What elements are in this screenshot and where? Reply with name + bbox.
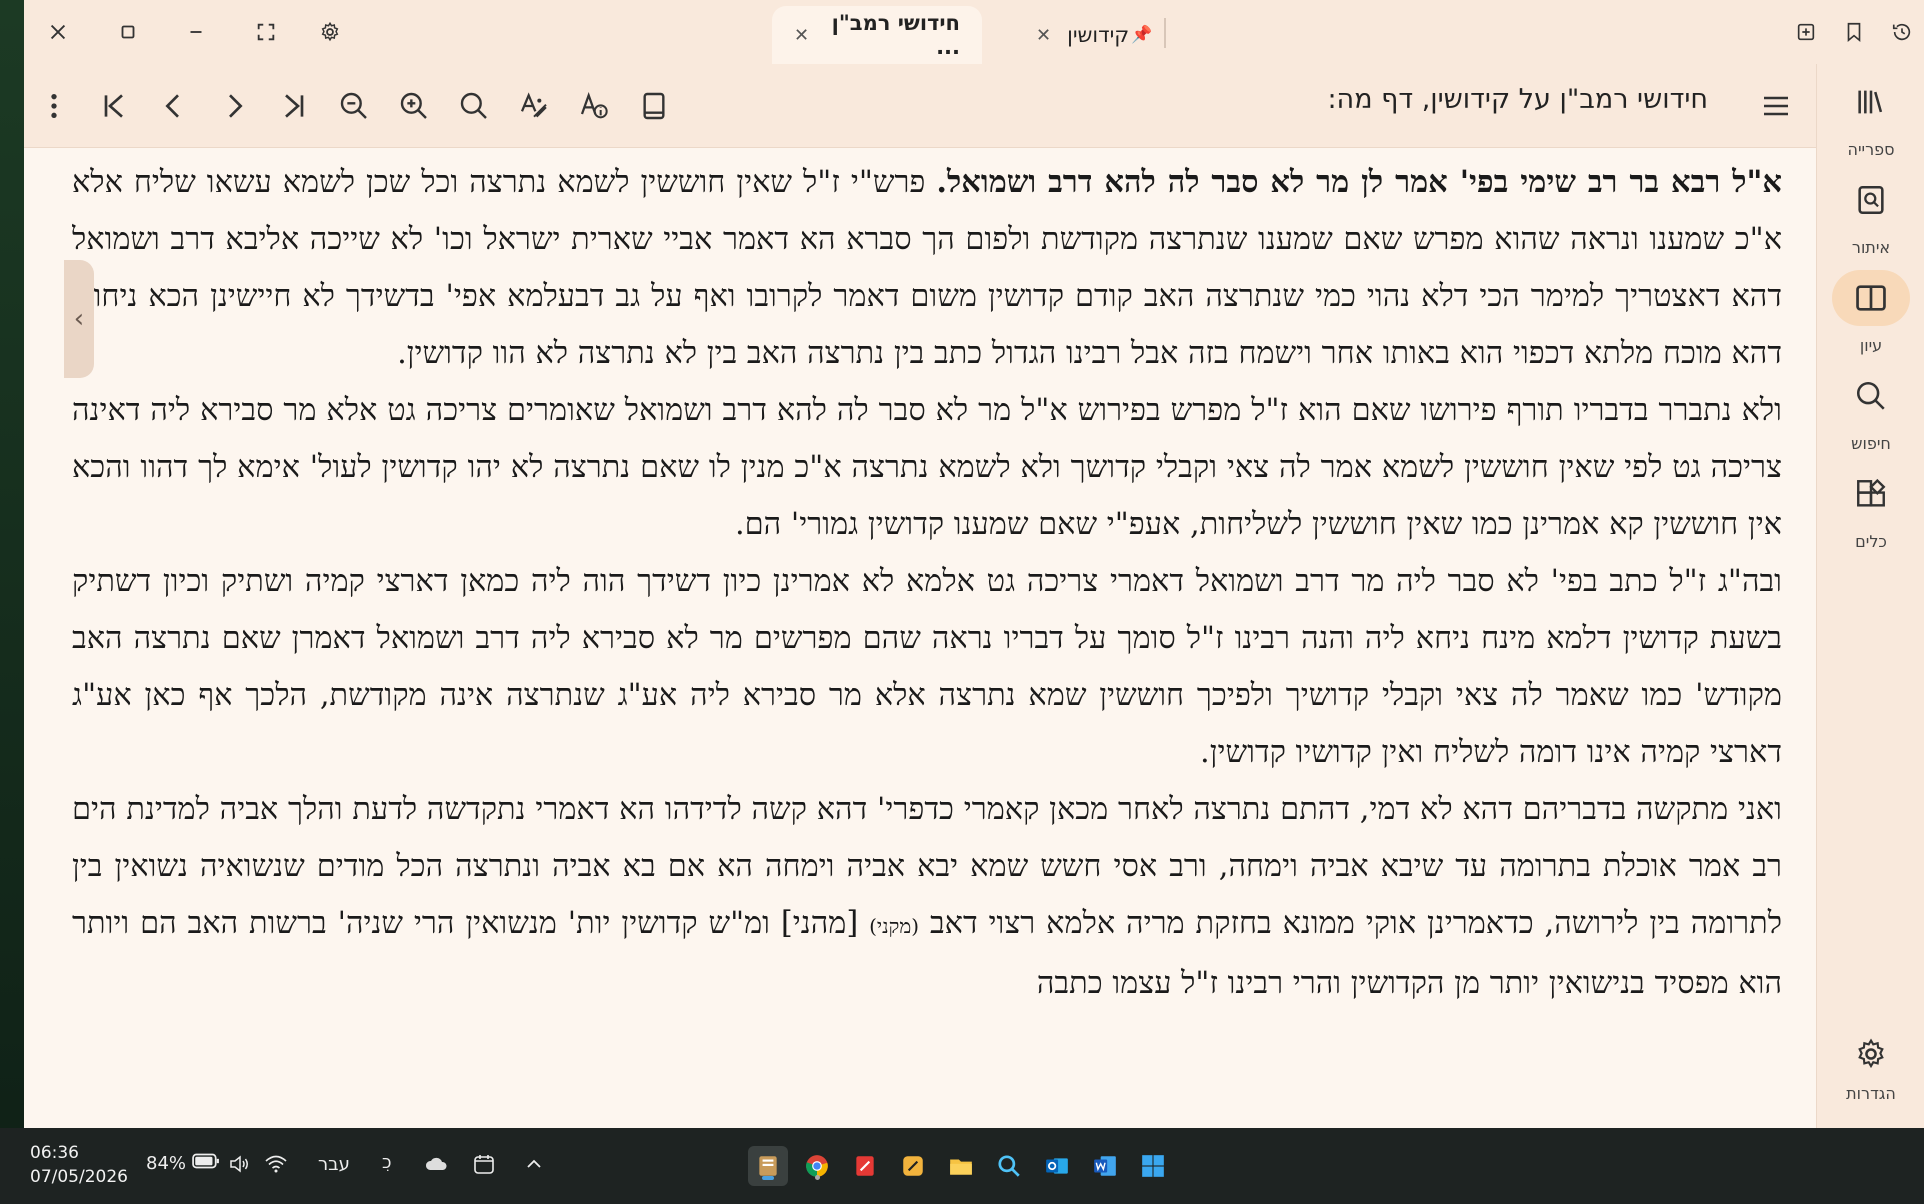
paragraph: ואני מתקשה בדבריהם דהא לא דמי, דהתם נתרצ… bbox=[72, 781, 1782, 1012]
close-icon[interactable] bbox=[38, 12, 78, 52]
sidebar-item-locate[interactable]: איתור bbox=[1825, 172, 1917, 264]
search-icon[interactable] bbox=[452, 84, 496, 128]
minimize-icon[interactable] bbox=[176, 12, 216, 52]
paragraph-text: ולא נתברר בדבריו תורף פירושו שאם הוא ז"ל… bbox=[72, 393, 1782, 542]
hamburger-menu-icon[interactable] bbox=[1754, 84, 1798, 128]
taskbar-app-outlook[interactable] bbox=[1037, 1146, 1077, 1186]
ime-icon[interactable]: ִכ bbox=[382, 1152, 392, 1173]
nikud-toggle-icon[interactable] bbox=[512, 84, 556, 128]
next-page-icon[interactable] bbox=[212, 84, 256, 128]
new-tab-icon[interactable] bbox=[1786, 12, 1826, 52]
running-app-indicator bbox=[815, 1175, 820, 1180]
paragraph-text: ובה"ג ז"ל כתב בפי' לא סבר ליה מר דרב ושמ… bbox=[72, 564, 1782, 770]
taskbar-app-chrome[interactable] bbox=[797, 1146, 837, 1186]
commentary-text: א"ל רבא בר רב שימי בפי' אמר לן מר לא סבר… bbox=[72, 148, 1782, 1012]
onedrive-icon[interactable] bbox=[424, 1152, 448, 1176]
sidebar-item-search[interactable]: חיפוש bbox=[1825, 368, 1917, 460]
tab-active[interactable]: ✕ חידושי רמב"ן ... bbox=[772, 6, 982, 64]
taskbar-app-search[interactable] bbox=[989, 1146, 1029, 1186]
zoom-in-icon[interactable] bbox=[392, 84, 436, 128]
paragraph: ובה"ג ז"ל כתב בפי' לא סבר ליה מר דרב ושמ… bbox=[72, 553, 1782, 781]
view-mode-icon[interactable] bbox=[632, 84, 676, 128]
paragraph: ולא נתברר בדבריו תורף פירושו שאם הוא ז"ל… bbox=[72, 382, 1782, 553]
pin-icon: 📌 bbox=[1131, 25, 1153, 45]
sidebar-item-label: עיון bbox=[1859, 336, 1883, 355]
sidebar-item-label: כלים bbox=[1855, 532, 1887, 551]
system-clock[interactable]: 06:36 07/05/2026 bbox=[30, 1141, 128, 1189]
tab-close-icon[interactable]: ✕ bbox=[1036, 25, 1051, 46]
clock-date: 07/05/2026 bbox=[30, 1167, 128, 1187]
last-page-icon[interactable] bbox=[272, 84, 316, 128]
maximize-icon[interactable] bbox=[108, 12, 148, 52]
collapse-panel-handle[interactable]: ‹ bbox=[64, 260, 94, 378]
library-icon bbox=[1832, 74, 1910, 130]
previous-page-icon[interactable] bbox=[152, 84, 196, 128]
title-bar: ✕ חידושי רמב"ן ... ✕ קידושין 📌 bbox=[24, 0, 1924, 64]
history-icon[interactable] bbox=[1882, 12, 1922, 52]
book-title: חידושי רמב"ן על קידושין, דף מה: bbox=[1327, 84, 1708, 115]
search-icon bbox=[1832, 368, 1910, 424]
tab-kiddushin[interactable]: ✕ קידושין 📌 bbox=[1014, 6, 1164, 64]
taskbar-app-word[interactable] bbox=[1085, 1146, 1125, 1186]
reading-pane[interactable]: א"ל רבא בר רב שימי בפי' אמר לן מר לא סבר… bbox=[72, 148, 1782, 1128]
settings-gear-icon[interactable] bbox=[310, 12, 350, 52]
sidebar-item-label: חיפוש bbox=[1851, 434, 1891, 453]
input-language[interactable]: עבר bbox=[318, 1154, 350, 1175]
calendar-app-icon[interactable] bbox=[472, 1152, 496, 1176]
battery-percent: 84% bbox=[146, 1153, 187, 1174]
desktop: ✕ חידושי רמב"ן ... ✕ קידושין 📌 חידושי רמ… bbox=[0, 0, 1924, 1204]
nav-sidebar: ספרייה איתור עיון חיפוש כלים הגדרות bbox=[1816, 64, 1924, 1128]
sidebar-item-tools[interactable]: כלים bbox=[1825, 466, 1917, 558]
bookmark-icon[interactable] bbox=[1834, 12, 1874, 52]
sidebar-item-settings[interactable]: הגדרות bbox=[1825, 1034, 1917, 1126]
more-options-icon[interactable] bbox=[32, 84, 76, 128]
sidebar-item-library[interactable]: ספרייה bbox=[1825, 74, 1917, 166]
zoom-out-icon[interactable] bbox=[332, 84, 376, 128]
chevron-left-icon: ‹ bbox=[73, 304, 85, 334]
settings-icon bbox=[1832, 1034, 1910, 1074]
tab-label: חידושי רמב"ן ... bbox=[831, 11, 960, 59]
locate-icon bbox=[1832, 172, 1910, 228]
taskbar-app-pdf[interactable] bbox=[845, 1146, 885, 1186]
wifi-icon[interactable] bbox=[264, 1152, 288, 1176]
battery-indicator[interactable]: 84% bbox=[146, 1152, 220, 1175]
taskbar-app-reader[interactable] bbox=[748, 1146, 788, 1186]
taskbar-app-tools[interactable] bbox=[893, 1146, 933, 1186]
sidebar-item-label: הגדרות bbox=[1846, 1084, 1896, 1103]
sidebar-item-label: ספרייה bbox=[1847, 140, 1895, 159]
fullscreen-icon[interactable] bbox=[246, 12, 286, 52]
tab-close-icon[interactable]: ✕ bbox=[794, 25, 809, 46]
battery-icon bbox=[192, 1152, 220, 1175]
taskbar-app-explorer[interactable] bbox=[941, 1146, 981, 1186]
windows-start-icon[interactable] bbox=[1133, 1146, 1173, 1186]
active-app-indicator bbox=[762, 1176, 774, 1180]
sidebar-item-label: איתור bbox=[1851, 238, 1891, 257]
dibur-hamatchil: א"ל רבא בר רב שימי בפי' אמר לן מר לא סבר… bbox=[936, 164, 1782, 200]
volume-icon[interactable] bbox=[228, 1152, 252, 1176]
sidebar-item-study[interactable]: עיון bbox=[1825, 270, 1917, 362]
chevron-up-icon[interactable] bbox=[522, 1152, 546, 1176]
correction-note: (מקני) bbox=[869, 914, 920, 938]
book-open-icon bbox=[1832, 270, 1910, 326]
clock-time: 06:36 bbox=[30, 1143, 79, 1163]
reader-toolbar: חידושי רמב"ן על קידושין, דף מה: bbox=[24, 64, 1816, 148]
tab-label: קידושין bbox=[1067, 23, 1130, 47]
app-window: ✕ חידושי רמב"ן ... ✕ קידושין 📌 חידושי רמ… bbox=[24, 0, 1924, 1128]
tab-divider bbox=[1164, 18, 1166, 48]
first-page-icon[interactable] bbox=[92, 84, 136, 128]
font-info-icon[interactable] bbox=[572, 84, 616, 128]
tools-icon bbox=[1832, 466, 1910, 522]
taskbar: 06:36 07/05/2026 84% עבר ִכ bbox=[0, 1128, 1924, 1204]
paragraph: א"ל רבא בר רב שימי בפי' אמר לן מר לא סבר… bbox=[72, 154, 1782, 382]
